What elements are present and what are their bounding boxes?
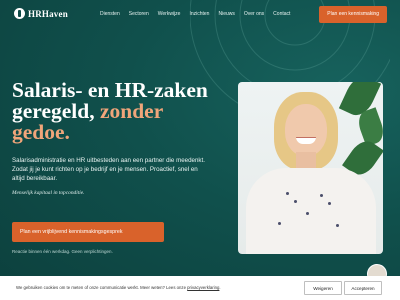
hero-intro: Salarisadministratie en HR uitbesteden a… — [12, 157, 205, 182]
nav-item-contact[interactable]: Contact — [273, 11, 290, 17]
reject-cookies-button[interactable]: Weigeren — [304, 281, 342, 295]
main-nav: Diensten Sectoren Werkwijze Inzichten Ni… — [100, 11, 290, 17]
hero-section: Salaris- en HR-zaken geregeld, zonder ge… — [12, 79, 227, 196]
plan-kennismaking-button[interactable]: Plan een kennismaking — [319, 6, 387, 23]
hero-headline: Salaris- en HR-zaken geregeld, zonder ge… — [12, 79, 227, 144]
hero-tagline: Menselijk kapitaal in topconditie. — [12, 190, 85, 196]
cookie-banner: We gebruiken cookies om te meten of onze… — [0, 276, 400, 300]
hero-photo — [238, 82, 383, 254]
kennismakingsgesprek-button[interactable]: Plan een vrijblijvend kennismakingsgespr… — [12, 222, 164, 242]
site-header: HRHaven Diensten Sectoren Werkwijze Inzi… — [0, 0, 400, 30]
cookie-text: We gebruiken cookies om te meten of onze… — [16, 285, 221, 290]
nav-item-inzichten[interactable]: Inzichten — [189, 11, 209, 17]
nav-item-nieuws[interactable]: Nieuws — [218, 11, 234, 17]
accept-cookies-button[interactable]: Accepteren — [344, 281, 382, 295]
cookie-suffix: . — [219, 285, 221, 290]
headline-accent-1: zonder — [94, 99, 164, 123]
cta-note: Reactie binnen één werkdag. Geen verplic… — [12, 249, 113, 254]
anchor-logo-icon — [14, 8, 25, 19]
logo-text: HRHaven — [28, 8, 68, 19]
nav-item-sectoren[interactable]: Sectoren — [129, 11, 149, 17]
cookie-message: We gebruiken cookies om te meten of onze… — [16, 285, 188, 290]
logo[interactable]: HRHaven — [14, 8, 68, 19]
nav-item-werkwijze[interactable]: Werkwijze — [158, 11, 181, 17]
nav-item-diensten[interactable]: Diensten — [100, 11, 120, 17]
privacy-link[interactable]: privacyverklaring — [187, 285, 219, 290]
headline-accent-2: gedoe. — [12, 120, 70, 144]
nav-item-over-ons[interactable]: Over ons — [244, 11, 264, 17]
